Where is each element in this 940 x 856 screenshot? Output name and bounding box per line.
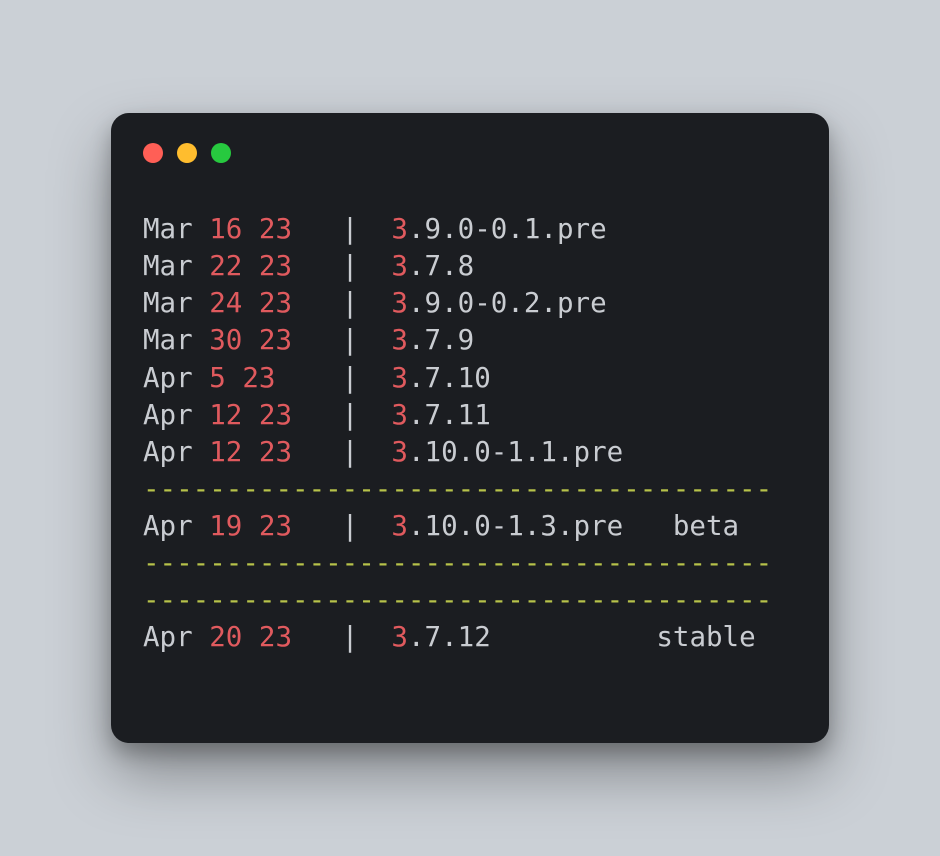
version-rest: .7.9 [408, 324, 474, 356]
version-major: 3 [391, 362, 408, 394]
release-month: Apr [143, 436, 193, 468]
close-icon[interactable] [143, 143, 163, 163]
release-month: Apr [143, 362, 193, 394]
version-major: 3 [391, 213, 408, 245]
column-divider: | [309, 250, 392, 282]
terminal-output: Mar 16 23 | 3.9.0-0.1.preMar 22 23 | 3.7… [143, 211, 797, 657]
release-year: 23 [242, 362, 275, 394]
release-year: 23 [259, 510, 292, 542]
version-major: 3 [391, 250, 408, 282]
release-day: 12 [209, 436, 242, 468]
column-divider: | [309, 213, 392, 245]
release-day: 24 [209, 287, 242, 319]
release-year: 23 [259, 399, 292, 431]
version-major: 3 [391, 436, 408, 468]
release-year: 23 [259, 213, 292, 245]
release-row: Mar 30 23 | 3.7.9 [143, 322, 797, 359]
release-year: 23 [259, 436, 292, 468]
version-rest: .7.11 [408, 399, 491, 431]
column-divider: | [309, 287, 392, 319]
release-channel: beta [623, 510, 739, 542]
terminal-window: Mar 16 23 | 3.9.0-0.1.preMar 22 23 | 3.7… [111, 113, 829, 743]
column-divider: | [309, 399, 392, 431]
column-divider: | [309, 362, 392, 394]
version-major: 3 [391, 510, 408, 542]
column-divider: | [309, 436, 392, 468]
release-month: Apr [143, 621, 193, 653]
version-rest: .7.8 [408, 250, 474, 282]
release-day: 20 [209, 621, 242, 653]
release-row: Apr 19 23 | 3.10.0-1.3.pre beta [143, 508, 797, 545]
column-divider: | [309, 621, 392, 653]
separator-line: -------------------------------------- [143, 582, 797, 619]
version-rest: .9.0-0.1.pre [408, 213, 607, 245]
release-month: Mar [143, 250, 193, 282]
column-divider: | [309, 510, 392, 542]
release-year: 23 [259, 250, 292, 282]
version-major: 3 [391, 287, 408, 319]
release-row: Mar 16 23 | 3.9.0-0.1.pre [143, 211, 797, 248]
version-rest: .10.0-1.3.pre [408, 510, 623, 542]
version-major: 3 [391, 324, 408, 356]
release-month: Mar [143, 287, 193, 319]
release-year: 23 [259, 324, 292, 356]
version-rest: .7.12 [408, 621, 491, 653]
version-rest: .9.0-0.2.pre [408, 287, 607, 319]
release-month: Mar [143, 213, 193, 245]
release-year: 23 [259, 287, 292, 319]
version-rest: .7.10 [408, 362, 491, 394]
release-month: Apr [143, 399, 193, 431]
release-month: Apr [143, 510, 193, 542]
minimize-icon[interactable] [177, 143, 197, 163]
release-channel: stable [491, 621, 756, 653]
window-controls [143, 143, 797, 163]
version-major: 3 [391, 399, 408, 431]
release-row: Apr 5 23 | 3.7.10 [143, 360, 797, 397]
release-day: 5 [209, 362, 226, 394]
zoom-icon[interactable] [211, 143, 231, 163]
release-day: 19 [209, 510, 242, 542]
version-rest: .10.0-1.1.pre [408, 436, 623, 468]
release-day: 16 [209, 213, 242, 245]
release-row: Mar 24 23 | 3.9.0-0.2.pre [143, 285, 797, 322]
release-month: Mar [143, 324, 193, 356]
column-divider: | [309, 324, 392, 356]
release-day: 12 [209, 399, 242, 431]
release-year: 23 [259, 621, 292, 653]
release-row: Apr 12 23 | 3.7.11 [143, 397, 797, 434]
release-day: 22 [209, 250, 242, 282]
release-row: Mar 22 23 | 3.7.8 [143, 248, 797, 285]
separator-line: -------------------------------------- [143, 545, 797, 582]
release-row: Apr 12 23 | 3.10.0-1.1.pre [143, 434, 797, 471]
release-row: Apr 20 23 | 3.7.12 stable [143, 619, 797, 656]
version-major: 3 [391, 621, 408, 653]
release-day: 30 [209, 324, 242, 356]
separator-line: -------------------------------------- [143, 471, 797, 508]
